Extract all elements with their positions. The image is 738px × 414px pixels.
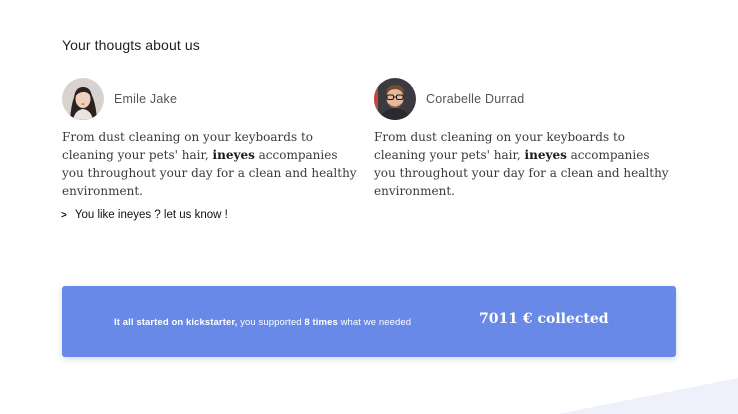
brand-name: ineyes xyxy=(524,148,567,162)
decorative-shape xyxy=(558,378,738,414)
testimonial-quote: From dust cleaning on your keyboards to … xyxy=(374,128,674,200)
brand-name: ineyes xyxy=(212,148,255,162)
author-name: Emile Jake xyxy=(114,92,178,106)
author: Emile Jake xyxy=(62,78,362,120)
kickstarter-banner: It all started on kickstarter, you suppo… xyxy=(62,286,676,357)
feedback-link[interactable]: > You like ineyes ? let us know ! xyxy=(61,209,228,221)
avatar xyxy=(62,78,104,120)
banner-times: 8 times xyxy=(304,317,338,328)
chevron-right-icon: > xyxy=(61,209,67,221)
section-title: Your thougts about us xyxy=(62,37,200,53)
banner-middle: you supported xyxy=(237,317,305,328)
testimonial-quote: From dust cleaning on your keyboards to … xyxy=(62,128,362,200)
avatar xyxy=(374,78,416,120)
testimonial-card: Corabelle Durrad From dust cleaning on y… xyxy=(374,78,674,212)
man-with-glasses-portrait-icon xyxy=(374,78,416,120)
amount-collected: 7011 € collected xyxy=(479,311,609,327)
banner-end: what we needed xyxy=(337,317,412,328)
woman-portrait-icon xyxy=(62,78,104,120)
testimonial-card: Emile Jake From dust cleaning on your ke… xyxy=(62,78,362,212)
feedback-link-label: You like ineyes ? let us know ! xyxy=(74,209,228,221)
author: Corabelle Durrad xyxy=(374,78,674,120)
banner-text: It all started on kickstarter, you suppo… xyxy=(114,317,411,328)
banner-bold-start: It all started on kickstarter, xyxy=(114,317,238,328)
author-name: Corabelle Durrad xyxy=(426,92,525,106)
